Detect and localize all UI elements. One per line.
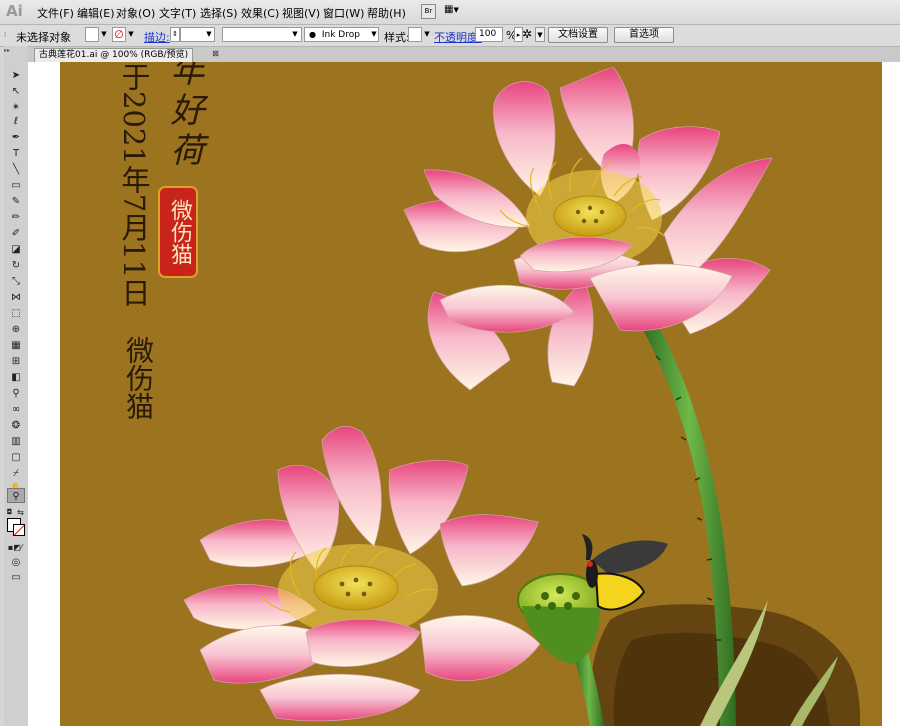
screen-mode-icon[interactable]: ▭ [7,570,25,585]
paintbrush-tool-icon[interactable]: ✎ [7,194,25,209]
chevron-down-icon: ▼ [453,6,459,14]
recolor-artwork-icon[interactable]: ✲ [522,27,532,41]
menu-select[interactable]: 选择(S) [200,5,238,21]
artboard-tool-icon[interactable]: ▢ [7,450,25,465]
perspective-grid-tool-icon[interactable]: ▦ [7,338,25,353]
brush-name: Ink Drop [321,30,360,40]
menu-object[interactable]: 对象(O) [116,5,155,21]
symbol-sprayer-tool-icon[interactable]: ❂ [7,418,25,433]
close-tab-icon[interactable]: ⊠ [211,49,220,58]
style-dropdown-icon[interactable]: ▼ [422,27,432,42]
menu-help[interactable]: 帮助(H) [367,5,406,21]
width-tool-icon[interactable]: ⋈ [7,290,25,305]
mesh-tool-icon[interactable]: ⊞ [7,354,25,369]
stroke-color-icon[interactable] [13,524,25,536]
stroke-none-icon[interactable]: ∅ [112,27,126,42]
artboard[interactable]: 年好荷 于2021年7月11日 微伤猫 微伤猫 [60,62,882,726]
author-seal: 微伤猫 [158,186,198,278]
slice-tool-icon[interactable]: ⌿ [7,466,25,481]
stroke-weight-stepper[interactable]: ⇕ [170,27,180,42]
style-label: 样式: [384,31,410,44]
pencil-tool-icon[interactable]: ✏ [7,210,25,225]
line-segment-tool-icon[interactable]: ╲ [7,162,25,177]
blend-tool-icon[interactable]: ∞ [7,402,25,417]
menu-edit[interactable]: 编辑(E) [77,5,115,21]
rectangle-tool-icon[interactable]: ▭ [7,178,25,193]
document-tab-bar: 古典莲花01.ai @ 100% (RGB/预览) ⊠ [28,47,900,63]
column-graph-tool-icon[interactable]: ▥ [7,434,25,449]
menu-view[interactable]: 视图(V) [282,5,320,21]
panel-grip-icon: ⁞ [4,31,7,39]
zoom-tool-icon[interactable]: ⚲ [7,488,25,503]
selection-tool-icon[interactable]: ➤ [7,68,25,83]
menu-window[interactable]: 窗口(W) [323,5,364,21]
recolor-dropdown-icon[interactable]: ▼ [535,27,545,42]
control-bar: ⁞ 未选择对象 ▼ ∅ ▼ 描边: ⇕ ▼ ▼ ● Ink Drop ▼ 样式:… [0,25,900,47]
graphic-style-swatch[interactable] [408,27,422,42]
document-title: 古典莲花01.ai @ 100% (RGB/预览) [39,50,189,60]
preferences-button[interactable]: 首选项 [614,27,674,43]
magic-wand-tool-icon[interactable]: ✴ [7,100,25,115]
stroke-dropdown-icon[interactable]: ▼ [126,27,136,42]
opacity-input[interactable]: 100 [475,27,503,42]
stroke-weight-dropdown-icon[interactable]: ▼ [204,27,214,42]
date-text: 于2021年7月11日 [117,62,151,308]
poem-title-text: 年好荷 [164,62,204,172]
app-logo: Ai [6,2,23,20]
selection-status: 未选择对象 [16,31,71,44]
type-tool-icon[interactable]: T [7,146,25,161]
menu-effect[interactable]: 效果(C) [241,5,279,21]
bridge-button[interactable]: Br [421,4,436,19]
lotus-flower-top [403,67,773,391]
lotus-flower-bottom [183,425,541,722]
direct-selection-tool-icon[interactable]: ↖ [7,84,25,99]
rotate-tool-icon[interactable]: ↻ [7,258,25,273]
menu-file[interactable]: 文件(F) [37,5,74,21]
fill-dropdown-icon[interactable]: ▼ [99,27,109,42]
eyedropper-tool-icon[interactable]: ⚲ [7,386,25,401]
pen-tool-icon[interactable]: ✒ [7,130,25,145]
document-setup-button[interactable]: 文档设置 [548,27,608,43]
author-text: 微伤猫 [122,336,155,420]
document-tab[interactable]: 古典莲花01.ai @ 100% (RGB/预览) [34,48,194,63]
fill-swatch[interactable] [85,27,99,42]
stroke-link[interactable]: 描边: [144,29,170,45]
eraser-tool-icon[interactable]: ◪ [7,242,25,257]
drawing-mode-icon[interactable]: ◎ [7,555,25,570]
brush-definition[interactable]: ● Ink Drop [304,27,379,42]
brush-dropdown-icon[interactable]: ▼ [369,27,379,42]
panel-collapse-icon[interactable]: ▸▸ [4,47,28,54]
color-mode-icon[interactable]: ▪◩⁄ [5,540,25,555]
gradient-tool-icon[interactable]: ◧ [7,370,25,385]
free-transform-tool-icon[interactable]: ⬚ [7,306,25,321]
menu-bar: Ai 文件(F) 编辑(E) 对象(O) 文字(T) 选择(S) 效果(C) 视… [0,0,900,25]
scale-tool-icon[interactable]: ⤡ [7,274,25,289]
shape-builder-tool-icon[interactable]: ⊕ [7,322,25,337]
arrange-documents-button[interactable]: ▦▼ [444,4,470,18]
blob-brush-tool-icon[interactable]: ✐ [7,226,25,241]
lasso-tool-icon[interactable]: ℓ [7,114,25,129]
brush-stroke-icon: ● [309,30,316,39]
profile-dropdown-icon[interactable]: ▼ [290,27,300,42]
menu-type[interactable]: 文字(T) [159,5,196,21]
